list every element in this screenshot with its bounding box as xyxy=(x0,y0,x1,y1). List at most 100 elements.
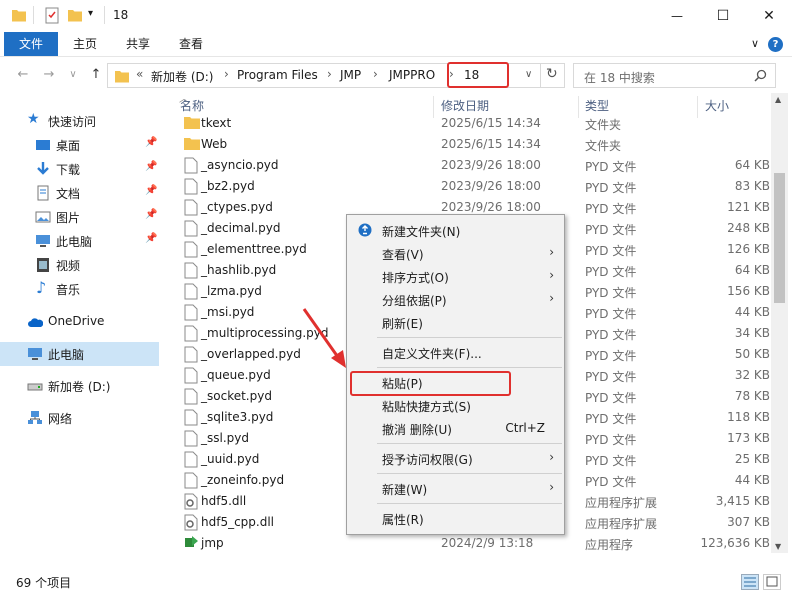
menu-item[interactable]: 属性(R) xyxy=(347,507,564,529)
sidebar-item-quick-access[interactable]: ★ 快速访问 xyxy=(0,109,159,133)
pin-icon[interactable]: 📌 xyxy=(145,137,157,148)
chevron-right-icon: › xyxy=(373,67,378,81)
breadcrumb-program-files[interactable]: Program Files xyxy=(237,68,318,82)
menu-separator xyxy=(377,367,562,368)
pin-icon[interactable]: 📌 xyxy=(145,161,157,172)
scroll-thumb[interactable] xyxy=(774,173,785,303)
sidebar-item-pictures[interactable]: 图片 📌 xyxy=(0,205,159,229)
menu-item[interactable]: 刷新(E) xyxy=(347,311,564,333)
breadcrumb-jmp[interactable]: JMP xyxy=(340,68,361,82)
menu-item[interactable]: 新建文件夹(N) xyxy=(347,219,564,241)
sidebar-item-this-pc-quick[interactable]: 此电脑 📌 xyxy=(0,229,159,253)
file-icon xyxy=(184,472,198,489)
menu-item[interactable]: 授予访问权限(G) › xyxy=(347,447,564,469)
recent-locations-button[interactable]: ∨ xyxy=(63,66,83,84)
sidebar-item-videos[interactable]: 视频 xyxy=(0,253,159,277)
sidebar-item-network[interactable]: 网络 xyxy=(0,406,159,430)
file-date: 2024/2/9 13:18 xyxy=(441,536,534,550)
breadcrumb-drive[interactable]: 新加卷 (D:) xyxy=(151,68,213,85)
download-icon xyxy=(37,162,49,175)
column-header-size[interactable]: 大小 xyxy=(705,97,729,117)
tab-share[interactable]: 共享 xyxy=(126,32,150,56)
tab-view[interactable]: 查看 xyxy=(179,32,203,56)
tab-file[interactable]: 文件 xyxy=(4,32,58,56)
pin-icon[interactable]: 📌 xyxy=(145,185,157,196)
file-row[interactable]: tkext 2025/6/15 14:34 文件夹 xyxy=(162,117,770,134)
help-icon[interactable]: ? xyxy=(768,37,783,52)
sidebar-item-music[interactable]: ♪ 音乐 xyxy=(0,277,159,301)
file-size: 78 KB xyxy=(734,389,770,403)
address-dropdown-icon[interactable]: ∨ xyxy=(525,69,532,80)
sidebar-item-desktop[interactable]: 桌面 📌 xyxy=(0,133,159,157)
file-size: 83 KB xyxy=(734,179,770,193)
file-icon xyxy=(184,220,198,237)
folder-icon xyxy=(184,138,200,150)
overflow-chevron-icon[interactable]: « xyxy=(136,67,143,81)
file-date: 2023/9/26 18:00 xyxy=(441,200,541,214)
file-icon xyxy=(184,199,198,216)
file-type: 应用程序扩展 xyxy=(585,517,658,531)
maximize-button[interactable]: ☐ xyxy=(700,0,746,32)
minimize-button[interactable]: — xyxy=(654,0,700,32)
sidebar-item-documents[interactable]: 文档 📌 xyxy=(0,181,159,205)
file-row[interactable]: Web 2025/6/15 14:34 文件夹 xyxy=(162,134,770,155)
large-icons-view-button[interactable] xyxy=(763,574,781,590)
pin-icon[interactable]: 📌 xyxy=(145,209,157,220)
tab-home[interactable]: 主页 xyxy=(73,32,97,56)
search-input[interactable]: 在 18 中搜索 xyxy=(584,69,655,86)
file-type: PYD 文件 xyxy=(585,433,637,447)
scroll-up-icon[interactable]: ▲ xyxy=(775,95,781,104)
sidebar-item-drive-d[interactable]: 新加卷 (D:) xyxy=(0,374,159,398)
menu-item[interactable]: 自定义文件夹(F)... xyxy=(347,341,564,363)
file-row[interactable]: _bz2.pyd 2023/9/26 18:00 PYD 文件 83 KB xyxy=(162,176,770,197)
new-folder-icon[interactable] xyxy=(67,7,83,23)
customize-quick-access-icon[interactable]: ▾ xyxy=(88,8,93,19)
window-title: 18 xyxy=(113,8,129,22)
menu-item[interactable]: 分组依据(P) › xyxy=(347,288,564,310)
close-button[interactable]: ✕ xyxy=(746,0,792,32)
scroll-down-icon[interactable]: ▼ xyxy=(775,542,781,551)
menu-item-label: 属性(R) xyxy=(382,513,424,527)
annotation-highlight-box xyxy=(350,371,511,396)
computer-icon xyxy=(36,235,50,247)
file-name: _decimal.pyd xyxy=(201,221,281,235)
column-header-name[interactable]: 名称 xyxy=(180,97,204,117)
chevron-right-icon: › xyxy=(327,67,332,81)
file-name: _sqlite3.pyd xyxy=(201,410,274,424)
file-size: 34 KB xyxy=(734,326,770,340)
sidebar-item-downloads[interactable]: 下载 📌 xyxy=(0,157,159,181)
sidebar-item-onedrive[interactable]: OneDrive xyxy=(0,310,159,334)
pin-icon[interactable]: 📌 xyxy=(145,233,157,244)
breadcrumb-jmppro[interactable]: JMPPRO xyxy=(389,68,435,82)
menu-item[interactable]: 查看(V) › xyxy=(347,242,564,264)
menu-item[interactable]: 新建(W) › xyxy=(347,477,564,499)
column-header-type[interactable]: 类型 xyxy=(585,97,609,117)
sidebar-item-this-pc[interactable]: 此电脑 xyxy=(0,342,159,366)
refresh-icon[interactable]: ↻ xyxy=(546,66,558,82)
file-name: tkext xyxy=(201,117,232,130)
file-size: 32 KB xyxy=(734,368,770,382)
column-header-date[interactable]: 修改日期 xyxy=(441,97,489,117)
star-icon: ★ xyxy=(27,111,40,127)
expand-ribbon-icon[interactable]: ∨ xyxy=(751,32,759,56)
file-name: _zoneinfo.pyd xyxy=(201,473,285,487)
up-button[interactable]: ↑ xyxy=(86,66,106,84)
file-type: PYD 文件 xyxy=(585,328,637,342)
submenu-arrow-icon: › xyxy=(549,450,554,464)
menu-item[interactable]: 排序方式(O) › xyxy=(347,265,564,287)
details-view-button[interactable] xyxy=(741,574,759,590)
back-button[interactable]: ← xyxy=(13,66,33,84)
menu-item[interactable]: 粘贴快捷方式(S) xyxy=(347,394,564,416)
forward-button[interactable]: → xyxy=(39,66,59,84)
properties-icon[interactable] xyxy=(44,7,60,24)
file-row[interactable]: jmp 2024/2/9 13:18 应用程序 123,636 KB xyxy=(162,533,770,554)
file-type: PYD 文件 xyxy=(585,454,637,468)
menu-item[interactable]: 撤消 删除(U) Ctrl+Z xyxy=(347,417,564,439)
file-size: 25 KB xyxy=(734,452,770,466)
menu-item-label: 粘贴快捷方式(S) xyxy=(382,400,471,414)
file-row[interactable]: _asyncio.pyd 2023/9/26 18:00 PYD 文件 64 KB xyxy=(162,155,770,176)
folder-icon xyxy=(115,71,129,83)
search-box[interactable]: 在 18 中搜索 xyxy=(573,63,776,88)
menu-separator xyxy=(377,443,562,444)
vertical-scrollbar[interactable]: ▲ ▼ xyxy=(771,93,788,553)
